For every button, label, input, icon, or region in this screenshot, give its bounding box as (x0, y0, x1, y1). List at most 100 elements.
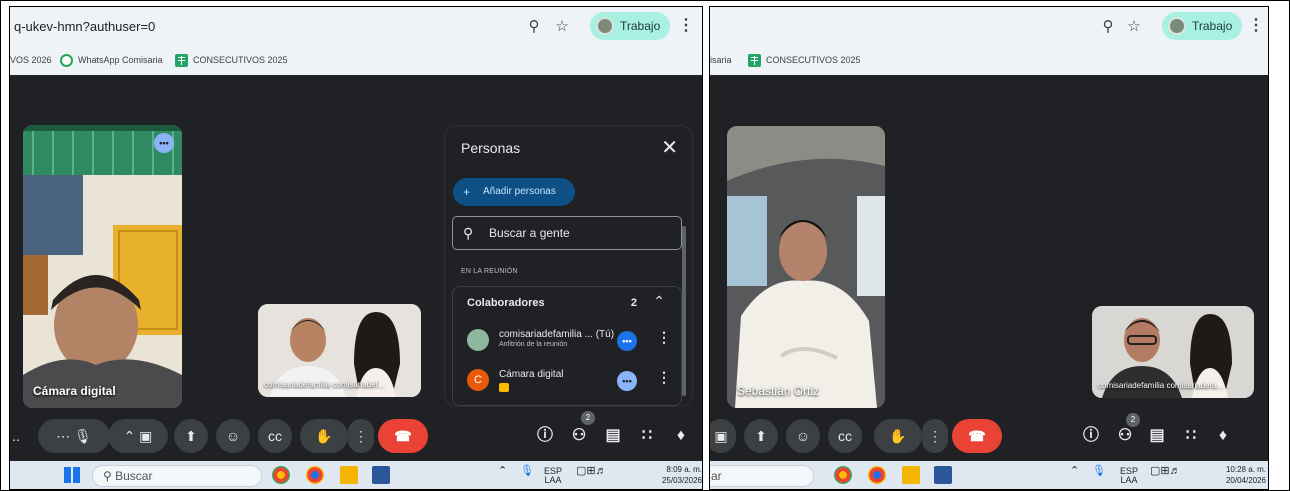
close-icon[interactable]: ✕ (661, 136, 678, 160)
more-options-icon[interactable]: ⋮ (348, 419, 374, 453)
end-call-button[interactable]: ☎ (952, 419, 1002, 453)
host-controls-icon[interactable]: ♦ (668, 423, 694, 449)
profile-chip[interactable]: Trabajo (1162, 12, 1243, 40)
collaborators-group: Colaboradores 2 ⌃ comisariadefamilia ...… (452, 286, 682, 406)
windows-taskbar: ar ⌃ 🎙 ESP LAA ▢⊞♬ 10:28 a. m. 20/04/2026 (710, 461, 1268, 489)
emoji-icon[interactable]: ☺ (216, 419, 250, 453)
group-label: Colaboradores (467, 297, 545, 309)
captions-icon[interactable]: cc (258, 419, 292, 453)
participant-row[interactable]: C Cámara digital ••• ⋮ (467, 367, 677, 395)
scrollbar[interactable] (682, 226, 686, 396)
language-indicator[interactable]: ESP LAA (544, 467, 562, 485)
chevron-up-icon[interactable]: ⌃ (653, 293, 665, 310)
profile-avatar (596, 17, 614, 35)
clock[interactable]: 10:28 a. m. 20/04/2026 (1206, 464, 1266, 486)
group-count: 2 (630, 297, 637, 309)
profile-label: Trabajo (1192, 19, 1233, 33)
participant-name: Cámara digital (33, 384, 116, 398)
host-controls-icon[interactable]: ♦ (1210, 423, 1236, 449)
activities-icon[interactable]: ∷ (1178, 423, 1204, 449)
raise-hand-icon[interactable]: ✋ (874, 419, 922, 453)
participant-menu-icon[interactable]: ⋮ (657, 369, 671, 386)
clock[interactable]: 8:09 a. m. 25/03/2026 (642, 464, 702, 486)
profile-chip[interactable]: Trabajo (590, 12, 671, 40)
people-count-badge: 2 (1126, 413, 1140, 427)
left-meet-window: q-ukev-hmn?authuser=0 ⚲ ☆ Trabajo ⋮ VOS … (9, 6, 703, 490)
bookmark-star-icon[interactable]: ☆ (552, 17, 572, 37)
chrome-icon[interactable] (272, 466, 290, 484)
bookmark-item[interactable]: isaria (710, 53, 732, 67)
zoom-icon[interactable]: ⚲ (1098, 17, 1118, 37)
chevron-up-icon[interactable]: ⌃ (1070, 466, 1079, 477)
participant-tile-main[interactable]: Sebastián Ortiz (727, 126, 885, 408)
word-icon[interactable] (934, 466, 952, 484)
search-people-input[interactable]: ⚲ Buscar a gente (452, 216, 682, 250)
system-tray-icons[interactable]: ▢⊞♬ (1150, 466, 1181, 477)
bookmark-whatsapp[interactable]: WhatsApp Comisaria (60, 53, 163, 68)
present-screen-icon[interactable]: ⬆ (744, 419, 778, 453)
host-badge-icon (499, 383, 509, 392)
participant-menu-icon[interactable]: ⋮ (657, 329, 671, 346)
address-bar[interactable]: q-ukev-hmn?authuser=0 (10, 13, 570, 41)
camera-control[interactable]: ⌃ ▣ (108, 419, 168, 453)
chat-icon[interactable]: ▤ (1144, 423, 1170, 449)
file-explorer-icon[interactable] (902, 466, 920, 484)
chrome-icon[interactable] (306, 466, 324, 484)
video-frame (23, 125, 182, 408)
people-icon[interactable]: ⚇ (566, 423, 592, 449)
right-meet-window: ⚲ ☆ Trabajo ⋮ isaria CONSECUTIVOS 2025 S… (709, 6, 1269, 490)
language-indicator[interactable]: ESP LAA (1120, 467, 1138, 485)
participant-name: Sebastián Ortiz (737, 384, 820, 398)
participant-name: comisariadefamilia comisariadef... (264, 380, 385, 389)
people-panel-title: Personas (461, 140, 521, 156)
profile-label: Trabajo (620, 19, 661, 33)
activities-icon[interactable]: ∷ (634, 423, 660, 449)
word-icon[interactable] (372, 466, 390, 484)
bookmark-consecutivos[interactable]: CONSECUTIVOS 2025 (748, 53, 861, 68)
sheets-icon (175, 54, 188, 68)
file-explorer-icon[interactable] (340, 466, 358, 484)
browser-menu-icon[interactable]: ⋮ (678, 15, 694, 37)
present-screen-icon[interactable]: ⬆ (174, 419, 208, 453)
bookmark-star-icon[interactable]: ☆ (1124, 17, 1144, 37)
meeting-info-icon[interactable]: ⓘ (532, 423, 558, 449)
participant-tile-self[interactable]: comisariadefamilia comisariadefa... (1092, 306, 1254, 398)
end-call-button[interactable]: ☎ (378, 419, 428, 453)
profile-avatar (1168, 17, 1186, 35)
bookmark-consecutivos[interactable]: CONSECUTIVOS 2025 (175, 53, 288, 68)
chrome-icon[interactable] (834, 466, 852, 484)
avatar: C (467, 369, 489, 391)
in-meeting-label: EN LA REUNIÓN (461, 268, 518, 275)
participant-name: Cámara digital (499, 369, 564, 380)
chevron-up-icon[interactable]: ⌃ (498, 466, 507, 477)
browser-menu-icon[interactable]: ⋮ (1248, 15, 1264, 37)
chat-icon[interactable]: ▤ (600, 423, 626, 449)
chrome-icon[interactable] (868, 466, 886, 484)
participant-role: Anfitrión de la reunión (499, 341, 568, 348)
captions-icon[interactable]: cc (828, 419, 862, 453)
mic-tray-icon: 🎙 (1092, 465, 1106, 477)
screenshot-composite: q-ukev-hmn?authuser=0 ⚲ ☆ Trabajo ⋮ VOS … (0, 0, 1290, 491)
more-options-icon[interactable]: ⋮ (922, 419, 948, 453)
bookmark-item[interactable]: VOS 2026 (10, 53, 52, 67)
zoom-icon[interactable]: ⚲ (524, 17, 544, 37)
system-tray-icons[interactable]: ▢⊞♬ (576, 466, 607, 477)
participant-tile-self[interactable]: comisariadefamilia comisariadef... (258, 304, 421, 397)
add-people-button[interactable]: + Añadir personas (453, 178, 575, 206)
participant-row[interactable]: comisariadefamilia ... (Tú) Anfitrión de… (467, 327, 677, 355)
windows-start-icon[interactable] (64, 467, 80, 483)
video-frame (727, 126, 885, 408)
participant-tile-main[interactable]: ••• Cámara digital (23, 125, 182, 408)
camera-control[interactable]: ▣ (710, 419, 736, 453)
whatsapp-icon (60, 54, 73, 68)
emoji-icon[interactable]: ☺ (786, 419, 820, 453)
taskbar-search[interactable]: ⚲ Buscar (92, 465, 262, 487)
browser-chrome: ⚲ ☆ Trabajo ⋮ isaria CONSECUTIVOS 2025 (710, 7, 1268, 75)
more-options-icon[interactable]: ••• (617, 331, 637, 351)
mic-control[interactable]: ⋯ 🎙 (38, 419, 110, 453)
raise-hand-icon[interactable]: ✋ (300, 419, 348, 453)
bookmarks-bar: isaria CONSECUTIVOS 2025 (710, 49, 1268, 71)
meeting-info-icon[interactable]: ⓘ (1078, 423, 1104, 449)
bookmarks-bar: VOS 2026 WhatsApp Comisaria CONSECUTIVOS… (10, 49, 702, 71)
taskbar-search[interactable]: ar (710, 465, 814, 487)
